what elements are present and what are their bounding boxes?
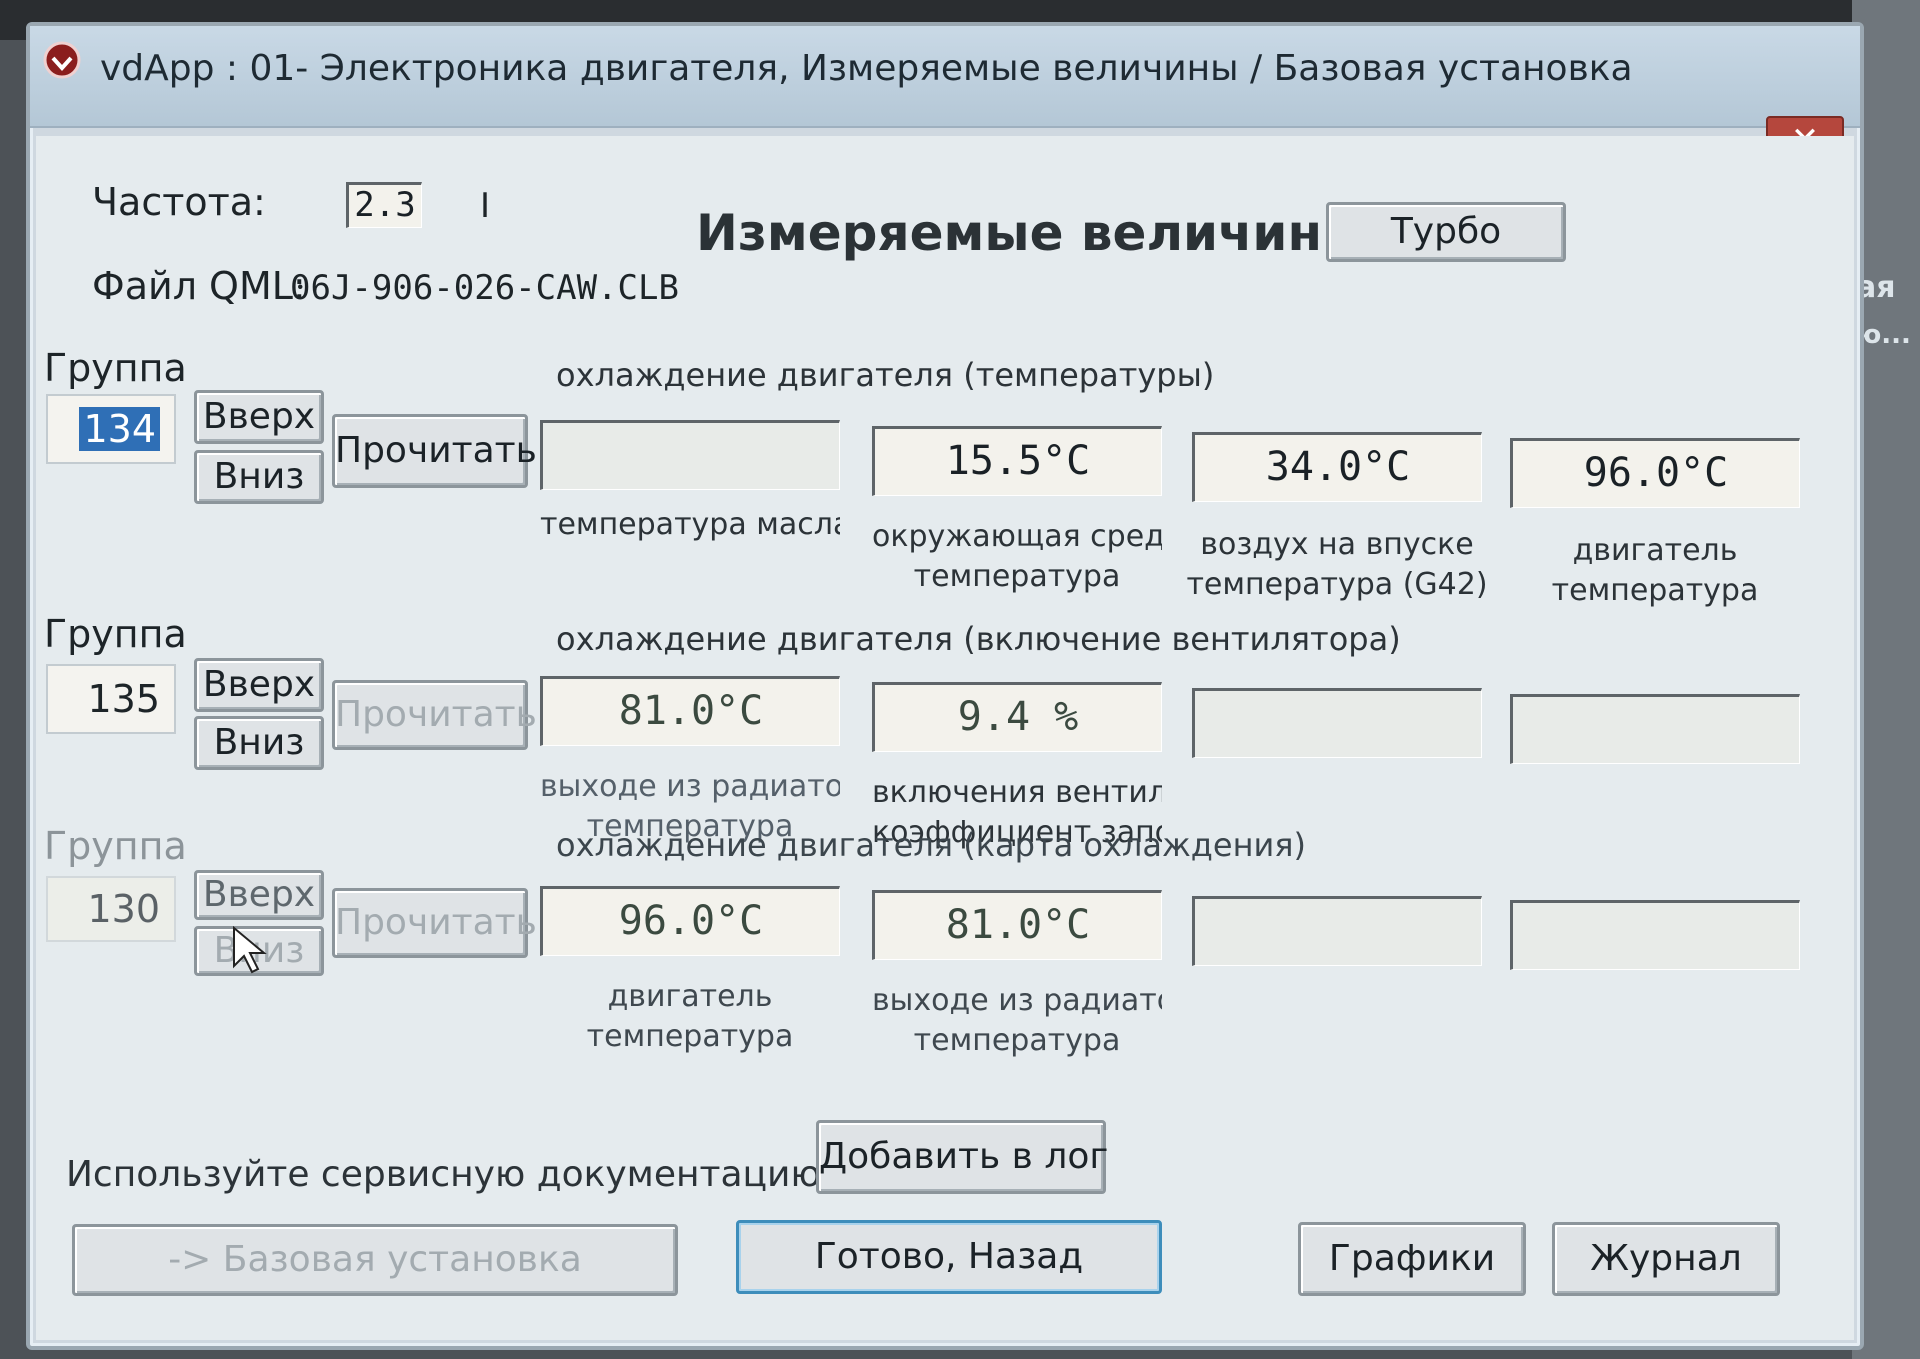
value-field: 9.4 %	[872, 682, 1162, 752]
group-label: Группа	[44, 612, 187, 656]
group-down-button[interactable]: Вниз	[194, 450, 324, 504]
group-title: охлаждение двигателя (карта охлаждения)	[556, 826, 1307, 864]
title-bar[interactable]: vdApp : 01- Электроника двигателя, Измер…	[30, 26, 1860, 128]
field-caption: температура	[913, 1023, 1121, 1058]
service-notice: Используйте сервисную документацию!	[66, 1154, 836, 1195]
graphs-button[interactable]: Графики	[1298, 1222, 1526, 1296]
value-field: 34.0°C	[1192, 432, 1482, 502]
value-field: 15.5°C	[872, 426, 1162, 496]
field-caption: выходе из радиатора	[540, 769, 840, 804]
turbo-button[interactable]: Турбо	[1326, 202, 1566, 262]
done-back-button[interactable]: Готово, Назад	[736, 1220, 1162, 1294]
app-window: vdApp : 01- Электроника двигателя, Измер…	[26, 22, 1864, 1350]
group-title: охлаждение двигателя (включение вентилят…	[556, 620, 1401, 658]
mouse-cursor-icon	[233, 926, 267, 974]
frequency-label: Частота:	[92, 180, 266, 224]
value-field: 96.0°C	[1510, 438, 1800, 508]
value-field	[1510, 900, 1800, 970]
read-button[interactable]: Прочитать	[332, 680, 537, 750]
field-caption: температура	[913, 559, 1121, 594]
window-title: vdApp : 01- Электроника двигателя, Измер…	[100, 48, 1633, 89]
add-to-log-button[interactable]: Добавить в лог	[816, 1120, 1108, 1194]
background-text-2: ю...	[1856, 320, 1911, 350]
value-field: 96.0°C	[540, 886, 840, 956]
group-title: охлаждение двигателя (температуры)	[556, 356, 1215, 394]
field-caption: выходе из радиатора	[872, 983, 1162, 1018]
field-caption: температура (G42)	[1186, 567, 1488, 602]
group-label: Группа	[44, 346, 187, 390]
app-icon	[43, 41, 81, 79]
client-area: Частота: 2.3 I Файл QML: 06J-906-026-CAW…	[36, 136, 1854, 1340]
value-field	[1192, 896, 1482, 966]
field-caption: включения вентилятора	[872, 775, 1162, 810]
field-caption: температура	[1551, 573, 1759, 608]
group-up-button[interactable]: Вверх	[194, 390, 324, 444]
value-field: 81.0°C	[540, 676, 840, 746]
file-name: 06J-906-026-CAW.CLB	[290, 268, 679, 308]
group-number-input[interactable]: 135	[46, 664, 176, 734]
field-caption: двигатель	[607, 979, 773, 1014]
value-field	[540, 420, 840, 490]
value-field: 81.0°C	[872, 890, 1162, 960]
value-field	[1192, 688, 1482, 758]
group-down-button[interactable]: Вниз	[194, 716, 324, 770]
group-up-button[interactable]: Вверх	[194, 658, 324, 712]
basic-setting-button[interactable]: -> Базовая установка	[72, 1224, 678, 1296]
page-heading: Измеряемые величины	[696, 204, 1368, 262]
journal-button[interactable]: Журнал	[1552, 1222, 1780, 1296]
read-button[interactable]: Прочитать	[332, 888, 537, 958]
frequency-marker: I	[480, 186, 491, 226]
file-label: Файл QML:	[92, 264, 306, 308]
value-field	[1510, 694, 1800, 764]
field-caption: окружающая среда	[872, 519, 1162, 554]
field-caption: двигатель	[1572, 533, 1738, 568]
group-number-value: 134	[79, 407, 160, 451]
frequency-value: 2.3	[346, 182, 422, 228]
group-number-input[interactable]: 130	[46, 876, 176, 942]
group-label: Группа	[44, 824, 187, 868]
field-caption: температура масла	[540, 507, 840, 542]
group-number-input[interactable]: 134	[46, 394, 176, 464]
field-caption: воздух на впуске	[1200, 527, 1474, 562]
field-caption: температура	[586, 1019, 794, 1054]
group-up-button[interactable]: Вверх	[194, 870, 324, 920]
read-button[interactable]: Прочитать	[332, 414, 537, 488]
